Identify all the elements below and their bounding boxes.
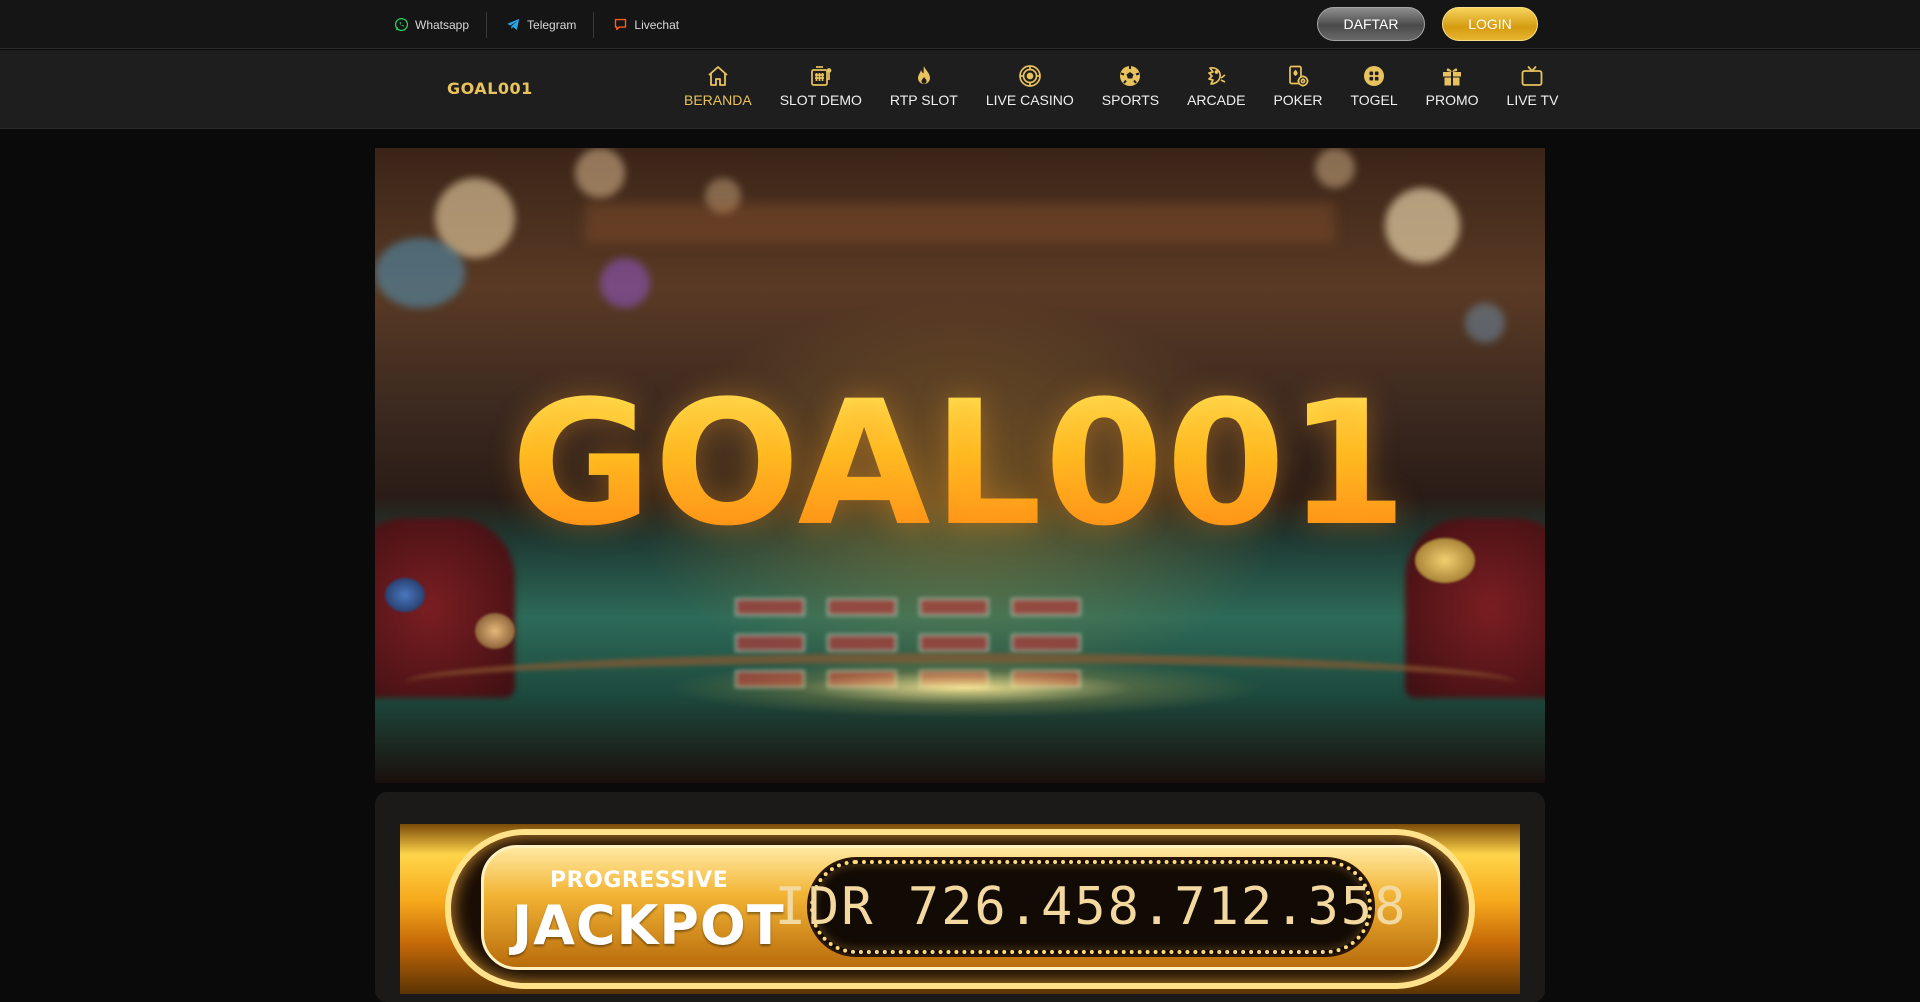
bokeh-light <box>575 148 625 198</box>
nav-label: SPORTS <box>1101 92 1160 108</box>
whatsapp-icon <box>394 17 409 32</box>
livechat-link[interactable]: Livechat <box>613 17 679 32</box>
nav-item-slot-demo[interactable]: SLOT DEMO <box>766 64 876 108</box>
bokeh-light <box>1385 188 1460 263</box>
ceiling-beam <box>585 203 1335 243</box>
nav-label: PROMO <box>1425 92 1479 108</box>
auth-buttons: DAFTAR LOGIN <box>1317 7 1538 41</box>
login-button[interactable]: LOGIN <box>1442 7 1538 41</box>
banner-title: GOAL001 <box>375 363 1545 564</box>
nav-label: LIVE TV <box>1506 92 1559 108</box>
soccer-ball-icon <box>1120 66 1141 86</box>
nav-item-arcade[interactable]: ARCADE <box>1173 64 1259 108</box>
jackpot-banner: PROGRESSIVE JACKPOT IDR 726.458.712.358 <box>400 824 1520 994</box>
main-nav: BERANDA SLOT DEMO RTP SLOT LIVE CASINO S… <box>670 64 1572 108</box>
nav-label: ARCADE <box>1187 92 1246 108</box>
nav-label: SLOT DEMO <box>779 92 862 108</box>
whatsapp-link[interactable]: Whatsapp <box>394 17 469 32</box>
gift-icon <box>1443 68 1462 86</box>
jackpot-label-small: PROGRESSIVE <box>550 868 729 893</box>
nav-label: RTP SLOT <box>889 92 958 108</box>
livechat-label: Livechat <box>634 17 680 32</box>
nav-item-poker[interactable]: POKER <box>1259 64 1336 108</box>
contact-links: Whatsapp Telegram Livechat <box>394 0 679 49</box>
fish-icon <box>1208 67 1226 85</box>
nav-item-sports[interactable]: SPORTS <box>1088 64 1173 108</box>
jackpot-plate: PROGRESSIVE JACKPOT IDR 726.458.712.358 <box>481 845 1441 970</box>
tv-icon <box>1522 65 1543 86</box>
whatsapp-label: Whatsapp <box>415 17 470 32</box>
bokeh-light <box>375 238 465 308</box>
telegram-label: Telegram <box>527 17 577 32</box>
nav-item-rtp-slot[interactable]: RTP SLOT <box>876 64 972 108</box>
jackpot-amount: IDR 726.458.712.358 <box>774 877 1408 937</box>
nav-label: TOGEL <box>1350 92 1398 108</box>
nav-label: LIVE CASINO <box>985 92 1074 108</box>
casino-chip <box>475 613 515 649</box>
nav-item-live-casino[interactable]: LIVE CASINO <box>972 64 1088 108</box>
main-navbar: GOAL001 BERANDA SLOT DEMO RTP SLOT LIVE … <box>0 50 1920 129</box>
lottery-ball-icon <box>1364 66 1385 86</box>
divider <box>486 11 488 38</box>
nav-item-live-tv[interactable]: LIVE TV <box>1493 64 1573 108</box>
jackpot-panel: PROGRESSIVE JACKPOT IDR 726.458.712.358 <box>375 792 1545 1002</box>
nav-label: BERANDA <box>684 92 752 108</box>
divider <box>593 11 595 38</box>
slot-machine-icon <box>810 66 832 86</box>
telegram-icon <box>507 18 520 31</box>
bokeh-light <box>600 258 650 308</box>
roulette-icon <box>1018 65 1041 87</box>
bokeh-light <box>1315 148 1355 188</box>
poker-cards-icon <box>1289 65 1309 87</box>
home-icon <box>708 66 728 86</box>
nav-label: POKER <box>1273 92 1323 108</box>
jackpot-frame: PROGRESSIVE JACKPOT IDR 726.458.712.358 <box>445 829 1475 989</box>
bokeh-light <box>1465 303 1505 343</box>
sparkle-effect <box>665 658 1265 718</box>
flame-icon <box>917 66 930 84</box>
jackpot-display: IDR 726.458.712.358 <box>775 860 1405 954</box>
telegram-link[interactable]: Telegram <box>506 17 576 32</box>
top-bar: Whatsapp Telegram Livechat DAFTAR LOGIN <box>0 0 1920 49</box>
site-logo[interactable]: GOAL001 <box>447 79 533 98</box>
jackpot-label-big: JACKPOT <box>512 894 785 957</box>
nav-item-togel[interactable]: TOGEL <box>1336 64 1411 108</box>
chat-icon <box>615 18 627 31</box>
casino-chip <box>385 578 425 612</box>
nav-item-promo[interactable]: PROMO <box>1412 64 1493 108</box>
nav-item-beranda[interactable]: BERANDA <box>670 64 766 108</box>
register-button[interactable]: DAFTAR <box>1317 7 1425 41</box>
hero-banner[interactable]: GOAL001 <box>375 148 1545 783</box>
